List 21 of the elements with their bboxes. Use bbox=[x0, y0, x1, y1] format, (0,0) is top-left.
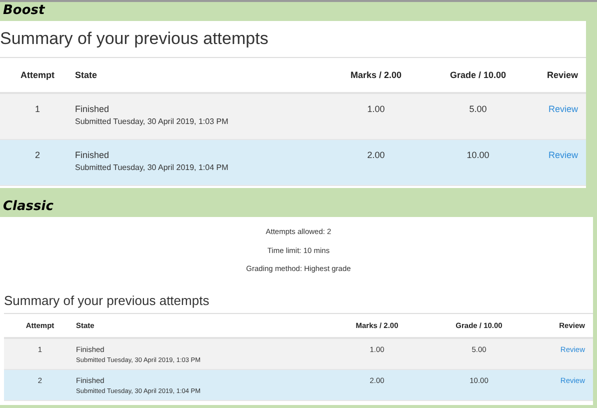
column-header: Grade / 10.00 bbox=[448, 70, 508, 80]
submitted-date: Submitted Tuesday, 30 April 2019, 1:03 PM bbox=[75, 117, 230, 126]
state-text: Finished bbox=[75, 150, 110, 160]
attempt-number: 1 bbox=[34, 104, 41, 114]
section-label: Boost bbox=[2, 2, 46, 20]
column-header: Attempt bbox=[20, 70, 56, 80]
attempt-number: 2 bbox=[34, 150, 41, 160]
review-link[interactable]: Review bbox=[548, 104, 578, 114]
submitted-date: Submitted Tuesday, 30 April 2019, 1:04 PM bbox=[75, 163, 230, 172]
grade-value: 5.00 bbox=[468, 104, 488, 114]
marks-value: 2.00 bbox=[366, 150, 386, 160]
column-header: State bbox=[75, 70, 98, 80]
marks-value: 1.00 bbox=[366, 104, 386, 114]
state-text: Finished bbox=[75, 104, 110, 114]
grade-value: 10.00 bbox=[466, 150, 490, 160]
column-header: Marks / 2.00 bbox=[349, 70, 403, 80]
section-label: Classic bbox=[2, 198, 54, 216]
summary-heading: Summary of your previous attempts bbox=[0, 23, 586, 58]
review-link[interactable]: Review bbox=[548, 150, 578, 160]
summary-heading: Summary of your previous attempts bbox=[4, 292, 593, 314]
column-header: Review bbox=[546, 70, 579, 80]
